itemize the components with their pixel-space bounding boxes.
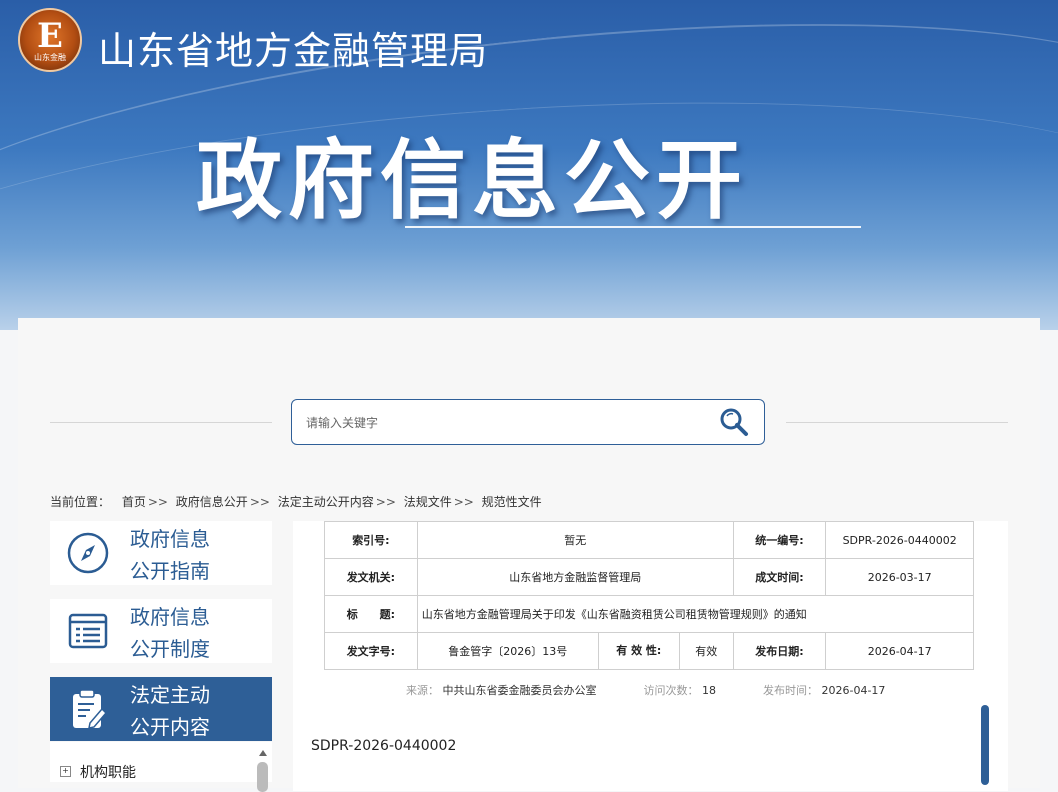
meta-value: 2026-03-17: [825, 558, 974, 596]
meta-value: 鲁金管字〔2026〕13号: [448, 645, 568, 658]
meta-key: 成文时间:: [732, 558, 827, 596]
breadcrumb-gov-info[interactable]: 政府信息公开: [176, 495, 248, 509]
hero-underline: [405, 226, 861, 228]
meta-key: 有 效 性:: [597, 633, 680, 669]
meta-value: 山东省地方金融监督管理局: [416, 558, 734, 596]
header-banner: E 山东金融 山东省地方金融管理局 政府信息公开: [0, 0, 1058, 330]
search-input[interactable]: [304, 412, 688, 434]
sidebar-label-line: 政府信息: [130, 527, 210, 551]
sidebar-tree: + 机构职能: [50, 742, 272, 792]
sidebar-label-line: 公开内容: [130, 715, 210, 739]
site-logo[interactable]: E 山东金融: [18, 8, 82, 72]
breadcrumb-separator: >>: [249, 495, 270, 509]
meta-value: 有效: [695, 645, 718, 658]
sidebar-label-line: 公开指南: [130, 559, 210, 583]
breadcrumb-separator: >>: [453, 495, 474, 509]
search-icon[interactable]: [718, 406, 750, 438]
sidebar-label-line: 法定主动: [130, 683, 210, 707]
sidebar-item-system[interactable]: 政府信息 公开制度: [50, 599, 272, 663]
source-value: 中共山东省委金融委员会办公室: [442, 684, 597, 697]
sidebar-item-statutory[interactable]: 法定主动 公开内容: [50, 677, 272, 741]
site-title[interactable]: 山东省地方金融管理局: [98, 20, 488, 75]
meta-value: 暂无: [416, 521, 734, 559]
clipboard-edit-icon: [73, 689, 108, 729]
table-row: 发文字号: 鲁金管字〔2026〕13号 有 效 性: 有效 发布日期: 2026…: [324, 632, 974, 670]
search-divider-left: [50, 422, 272, 423]
scroll-up-icon[interactable]: [259, 750, 267, 756]
breadcrumb-separator: >>: [147, 495, 168, 509]
meta-key: 发布日期:: [732, 632, 827, 670]
breadcrumb-separator: >>: [375, 495, 396, 509]
tree-item-org-functions[interactable]: 机构职能: [80, 762, 136, 782]
sidebar-item-label: 法定主动 公开内容: [130, 679, 210, 743]
search-divider-right: [786, 422, 1008, 423]
visits-label: 访问次数：: [643, 684, 699, 697]
expand-icon[interactable]: +: [60, 766, 71, 777]
meta-value-title: 山东省地方金融管理局关于印发《山东省融资租赁公司租赁物管理规则》的通知: [416, 595, 975, 633]
sidebar-label-line: 公开制度: [130, 637, 210, 661]
document-meta-table: 索引号: 暂无 统一编号: SDPR-2026-0440002 发文机关: 山东…: [324, 521, 975, 670]
logo-subtext: 山东金融: [34, 53, 66, 62]
logo-mark: E: [37, 16, 63, 56]
breadcrumb: 当前位置： 首页 >> 政府信息公开 >> 法定主动公开内容 >> 法规文件 >> 规范…: [50, 493, 542, 510]
meta-key: 标 题:: [324, 595, 418, 633]
visits-value: 18: [702, 684, 716, 697]
document-list-icon: [68, 613, 108, 649]
table-row: 索引号: 暂无 统一编号: SDPR-2026-0440002: [324, 521, 974, 559]
breadcrumb-regulations[interactable]: 法规文件: [404, 495, 452, 509]
sidebar-item-label: 政府信息 公开指南: [130, 523, 210, 587]
table-row: 发文机关: 山东省地方金融监督管理局 成文时间: 2026-03-17: [324, 558, 974, 596]
meta-value-split: 鲁金管字〔2026〕13号 有 效 性: 有效: [416, 632, 734, 670]
document-number: SDPR-2026-0440002: [311, 738, 457, 754]
meta-key: 发文字号:: [324, 632, 418, 670]
meta-key: 统一编号:: [732, 521, 827, 559]
breadcrumb-normative-docs[interactable]: 规范性文件: [482, 495, 542, 509]
sidebar-item-guide[interactable]: 政府信息 公开指南: [50, 521, 272, 585]
table-row: 标 题: 山东省地方金融管理局关于印发《山东省融资租赁公司租赁物管理规则》的通知: [324, 595, 975, 633]
meta-key: 发文机关:: [324, 558, 418, 596]
breadcrumb-home[interactable]: 首页: [122, 495, 146, 509]
hero-title: 政府信息公开: [196, 131, 748, 231]
meta-key: 索引号:: [324, 521, 418, 559]
publish-time-value: 2026-04-17: [821, 684, 886, 697]
breadcrumb-prefix: 当前位置：: [50, 495, 111, 509]
breadcrumb-statutory[interactable]: 法定主动公开内容: [278, 495, 374, 509]
meta-value: 2026-04-17: [825, 632, 974, 670]
search-box: [291, 399, 765, 445]
source-label: 来源：: [406, 684, 439, 697]
document-stats: 来源： 中共山东省委金融委员会办公室 访问次数： 18 发布时间： 2026-0…: [406, 682, 885, 698]
publish-time-label: 发布时间：: [763, 684, 818, 697]
compass-icon: [67, 532, 109, 574]
sidebar-scrollbar[interactable]: [257, 762, 268, 792]
sidebar-item-label: 政府信息 公开制度: [130, 601, 210, 665]
meta-value: SDPR-2026-0440002: [825, 521, 974, 559]
sidebar-label-line: 政府信息: [130, 605, 210, 629]
content-scrollbar[interactable]: [981, 705, 989, 785]
